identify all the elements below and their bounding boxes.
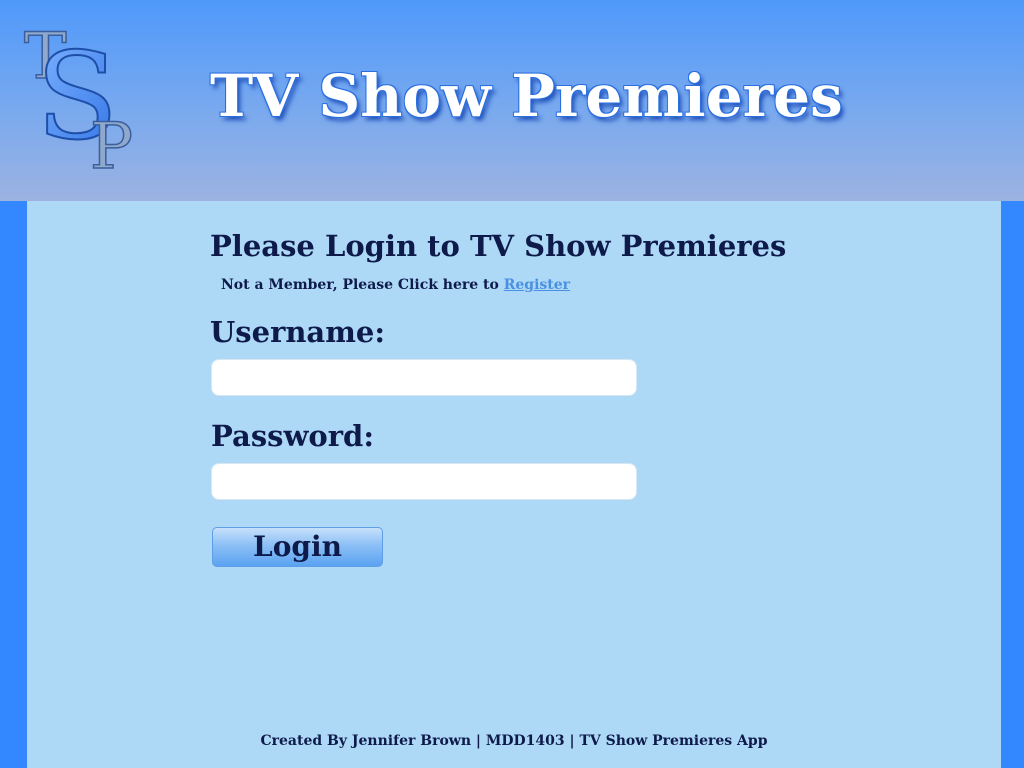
footer-credits: Created By Jennifer Brown | MDD1403 | TV… xyxy=(260,733,768,749)
username-label: Username: xyxy=(210,315,386,349)
site-title: TV Show Premieres xyxy=(210,62,843,130)
register-prompt-text: Not a Member, Please Click here to xyxy=(221,277,499,293)
register-link[interactable]: Register xyxy=(504,277,570,293)
login-heading: Please Login to TV Show Premieres xyxy=(210,229,787,263)
login-button[interactable]: Login xyxy=(212,527,383,567)
username-input[interactable] xyxy=(211,359,637,396)
logo-letter-p: P xyxy=(90,110,133,180)
main-content: Please Login to TV Show Premieres Not a … xyxy=(27,201,1001,768)
register-prompt: Not a Member, Please Click here to Regis… xyxy=(221,277,570,293)
password-input[interactable] xyxy=(211,463,637,500)
tsp-logo: T S P xyxy=(23,20,134,180)
site-header: T S P TV Show Premieres xyxy=(0,0,1024,201)
password-label: Password: xyxy=(211,419,375,453)
